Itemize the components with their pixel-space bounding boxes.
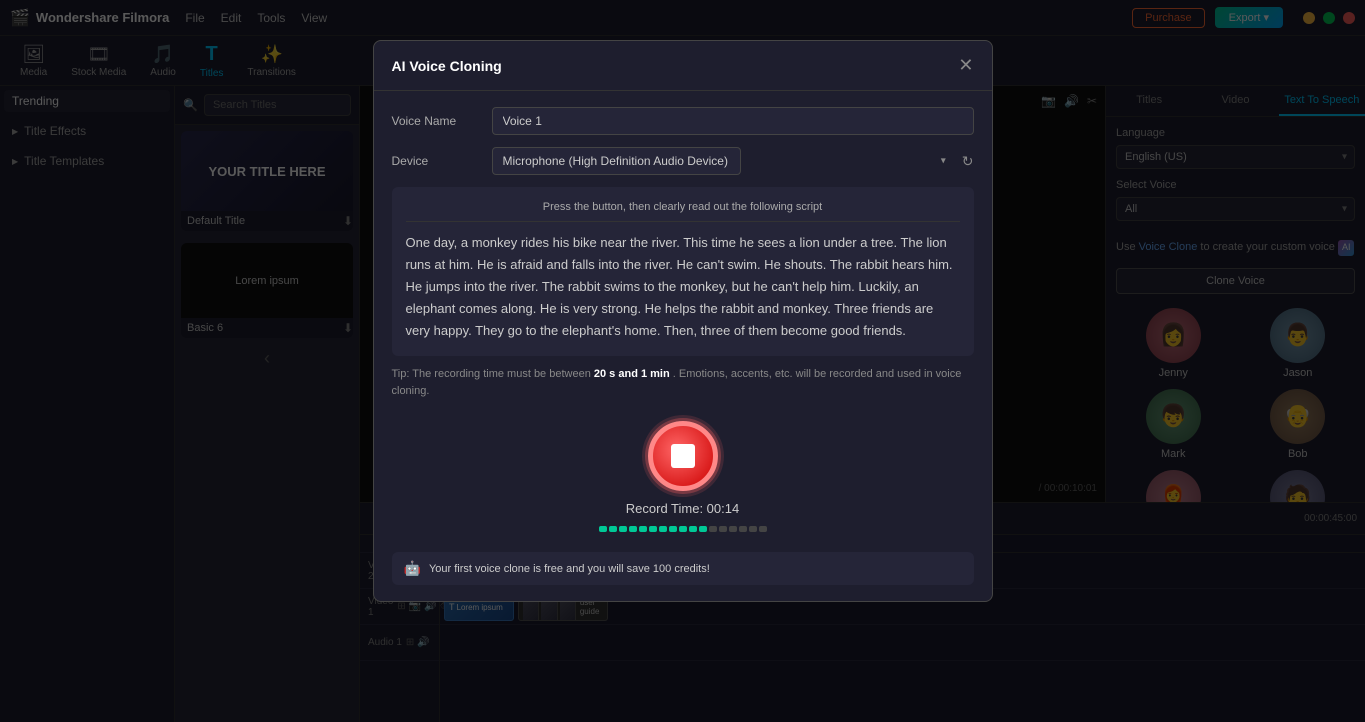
- device-refresh-icon[interactable]: ↻: [962, 153, 974, 170]
- record-progress: [599, 526, 767, 532]
- progress-dot-3: [629, 526, 637, 532]
- progress-dot-4: [639, 526, 647, 532]
- modal-header: AI Voice Cloning ✕: [374, 41, 992, 91]
- voice-name-row: Voice Name: [392, 107, 974, 135]
- progress-dot-9: [689, 526, 697, 532]
- device-select[interactable]: Microphone (High Definition Audio Device…: [492, 147, 741, 175]
- tip-prefix: Tip: The recording time must be between: [392, 368, 594, 380]
- progress-dot-15: [749, 526, 757, 532]
- progress-dot-7: [669, 526, 677, 532]
- script-area: Press the button, then clearly read out …: [392, 187, 974, 356]
- script-hint: Press the button, then clearly read out …: [406, 201, 960, 222]
- tip-text: Tip: The recording time must be between …: [392, 366, 974, 399]
- promo-banner: 🤖 Your first voice clone is free and you…: [392, 552, 974, 585]
- record-time: Record Time: 00:14: [626, 501, 739, 516]
- modal-body: Voice Name Device Microphone (High Defin…: [374, 91, 992, 601]
- record-stop-icon: [671, 444, 695, 468]
- modal-close-button[interactable]: ✕: [958, 55, 973, 76]
- device-row: Device Microphone (High Definition Audio…: [392, 147, 974, 175]
- promo-ai-icon: 🤖: [404, 560, 421, 577]
- tip-bold: 20 s and 1 min: [594, 368, 670, 380]
- progress-dot-0: [599, 526, 607, 532]
- modal-overlay: AI Voice Cloning ✕ Voice Name Device Mic…: [0, 0, 1365, 722]
- device-select-wrapper: Microphone (High Definition Audio Device…: [492, 147, 954, 175]
- progress-dot-5: [649, 526, 657, 532]
- voice-name-input[interactable]: [492, 107, 974, 135]
- progress-dot-11: [709, 526, 717, 532]
- ai-voice-cloning-modal: AI Voice Cloning ✕ Voice Name Device Mic…: [373, 40, 993, 602]
- modal-title: AI Voice Cloning: [392, 58, 502, 74]
- progress-dot-12: [719, 526, 727, 532]
- voice-name-label: Voice Name: [392, 114, 492, 128]
- progress-dot-8: [679, 526, 687, 532]
- progress-dot-16: [759, 526, 767, 532]
- device-label: Device: [392, 154, 492, 168]
- progress-dot-2: [619, 526, 627, 532]
- progress-dot-13: [729, 526, 737, 532]
- record-section: Record Time: 00:14: [392, 411, 974, 542]
- progress-dot-14: [739, 526, 747, 532]
- promo-text: Your first voice clone is free and you w…: [429, 563, 710, 575]
- progress-dot-6: [659, 526, 667, 532]
- script-text: One day, a monkey rides his bike near th…: [406, 232, 960, 342]
- record-button[interactable]: [648, 421, 718, 491]
- progress-dot-10: [699, 526, 707, 532]
- progress-dot-1: [609, 526, 617, 532]
